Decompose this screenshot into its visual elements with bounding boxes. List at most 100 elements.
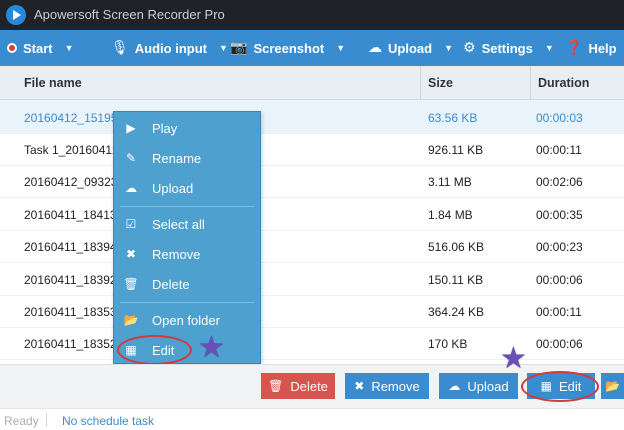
menu-item-label: Open folder — [152, 312, 220, 328]
highlight-ellipse — [117, 335, 192, 365]
upload-button[interactable]: ☁ Upload — [439, 373, 518, 399]
status-divider — [46, 413, 47, 427]
file-name-cell: 20160411_184130 — [24, 208, 124, 222]
screenshot-label: Screenshot — [253, 40, 325, 56]
audio-input-label: Audio input — [134, 40, 207, 56]
cloud-upload-icon: ☁ — [448, 379, 461, 393]
menu-item-upload[interactable]: ☁ Upload — [114, 174, 260, 202]
duration-cell: 00:02:06 — [536, 175, 583, 189]
trash-icon: 🗑 — [268, 379, 284, 393]
settings-label: Settings — [481, 40, 533, 56]
menu-item-rename[interactable]: ✎ Rename — [114, 144, 260, 172]
open-folder-button[interactable]: 📂 — [601, 373, 624, 399]
table-row[interactable]: 20160412_093232 3.11 MB 00:02:06 — [0, 164, 624, 198]
upload-menu-button[interactable]: ☁ Upload ▼ — [368, 30, 453, 66]
status-ready: Ready — [4, 414, 39, 428]
size-cell: 926.11 KB — [428, 143, 484, 157]
upload-label: Upload — [388, 40, 433, 56]
menu-item-label: Delete — [152, 276, 190, 292]
column-header-duration[interactable]: Duration — [538, 76, 589, 90]
menu-separator — [120, 206, 254, 207]
delete-button[interactable]: 🗑 Delete — [261, 373, 335, 399]
chevron-down-icon: ▼ — [218, 43, 228, 53]
table-row[interactable]: 20160411_184130 1.84 MB 00:00:35 — [0, 197, 624, 231]
size-cell: 3.11 MB — [428, 175, 472, 189]
duration-cell: 00:00:06 — [536, 337, 583, 351]
size-cell: 364.24 KB — [428, 305, 485, 319]
help-button[interactable]: ❓ Help — [565, 30, 617, 66]
duration-cell: 00:00:23 — [536, 240, 583, 254]
help-label: Help — [588, 40, 617, 56]
title-bar: Apowersoft Screen Recorder Pro — [0, 0, 624, 30]
settings-button[interactable]: ⚙ Settings ▼ — [463, 30, 554, 66]
menu-item-play[interactable]: ▶ Play — [114, 114, 260, 142]
cloud-upload-icon: ☁ — [125, 181, 137, 195]
camera-icon: 📷 — [230, 40, 248, 56]
column-divider[interactable] — [420, 66, 421, 100]
help-icon: ❓ — [565, 40, 583, 56]
schedule-task-link[interactable]: No schedule task — [62, 414, 154, 428]
context-menu: ▶ Play ✎ Rename ☁ Upload ☑ Select all ✖ … — [113, 111, 261, 364]
table-row[interactable]: 20160412_151953 63.56 KB 00:00:03 — [0, 100, 624, 134]
menu-item-delete[interactable]: 🗑 Delete — [114, 270, 260, 298]
menu-item-open-folder[interactable]: 📂 Open folder — [114, 306, 260, 334]
column-header-size[interactable]: Size — [428, 76, 453, 90]
cloud-upload-icon: ☁ — [368, 40, 382, 56]
file-name-cell: 20160411_183946 — [24, 240, 124, 254]
window-title: Apowersoft Screen Recorder Pro — [34, 7, 225, 22]
menu-item-label: Upload — [152, 180, 194, 196]
folder-icon: 📂 — [605, 379, 620, 393]
remove-label: Remove — [371, 378, 420, 394]
duration-cell: 00:00:03 — [536, 111, 583, 125]
file-name-cell: 20160411_183525 — [24, 337, 124, 351]
menu-item-label: Remove — [152, 246, 201, 262]
menu-item-remove[interactable]: ✖ Remove — [114, 240, 260, 268]
highlight-ellipse — [521, 371, 599, 402]
checkbox-icon: ☑ — [125, 217, 137, 231]
status-bar: Ready No schedule task — [0, 408, 624, 430]
table-row[interactable]: 20160411_183923 150.11 KB 00:00:06 — [0, 262, 624, 296]
star-icon: ★ — [500, 341, 527, 376]
start-button[interactable]: Start ▼ — [7, 30, 74, 66]
duration-cell: 00:00:11 — [536, 143, 582, 157]
star-icon: ★ — [198, 330, 225, 365]
file-name-cell: 20160412_093232 — [24, 175, 125, 189]
microphone-icon: 🎙 — [111, 40, 129, 56]
audio-input-button[interactable]: 🎙 Audio input ▼ — [111, 30, 228, 66]
trash-icon: 🗑 — [123, 277, 139, 291]
size-cell: 150.11 KB — [428, 273, 484, 287]
record-icon — [7, 43, 17, 53]
duration-cell: 00:00:06 — [536, 273, 583, 287]
column-header-file-name[interactable]: File name — [24, 76, 82, 90]
remove-icon: ✖ — [354, 379, 365, 393]
file-name-cell: Task 1_20160412_ — [24, 143, 126, 157]
upload-button-label: Upload — [467, 378, 509, 394]
menu-item-select-all[interactable]: ☑ Select all — [114, 210, 260, 238]
size-cell: 63.56 KB — [428, 111, 478, 125]
size-cell: 170 KB — [428, 337, 468, 351]
file-name-cell: 20160412_151953 — [24, 111, 125, 125]
app-logo-icon — [6, 5, 26, 25]
size-cell: 516.06 KB — [428, 240, 485, 254]
table-row[interactable]: 20160411_183525 170 KB 00:00:06 — [0, 326, 624, 360]
delete-label: Delete — [290, 378, 328, 394]
gear-icon: ⚙ — [463, 40, 476, 56]
start-label: Start — [23, 40, 53, 56]
rename-icon: ✎ — [125, 151, 137, 165]
chevron-down-icon: ▼ — [544, 43, 554, 53]
play-icon: ▶ — [126, 121, 136, 135]
menu-item-label: Select all — [152, 216, 205, 232]
screenshot-button[interactable]: 📷 Screenshot ▼ — [230, 30, 345, 66]
menu-separator — [120, 302, 254, 303]
chevron-down-icon: ▼ — [444, 43, 453, 53]
column-divider[interactable] — [530, 66, 531, 100]
table-row[interactable]: Task 1_20160412_ 926.11 KB 00:00:11 — [0, 132, 624, 166]
duration-cell: 00:00:35 — [536, 208, 583, 222]
folder-icon: 📂 — [123, 313, 139, 327]
file-name-cell: 20160411_183923 — [24, 273, 124, 287]
table-row[interactable]: 20160411_183946 516.06 KB 00:00:23 — [0, 229, 624, 263]
table-row[interactable]: 20160411_183538 364.24 KB 00:00:11 — [0, 294, 624, 328]
remove-button[interactable]: ✖ Remove — [345, 373, 429, 399]
duration-cell: 00:00:11 — [536, 305, 582, 319]
size-cell: 1.84 MB — [428, 208, 473, 222]
